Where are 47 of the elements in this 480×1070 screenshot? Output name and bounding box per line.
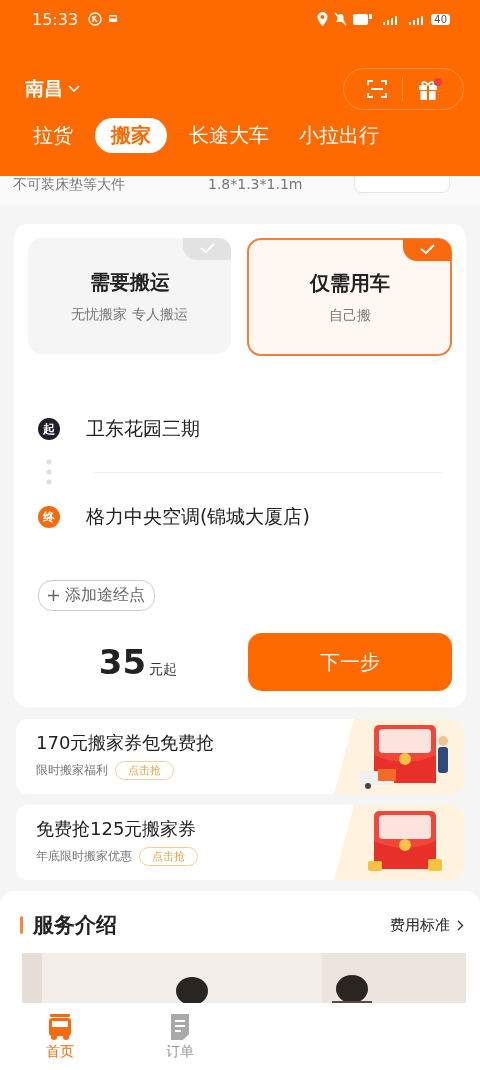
- plus-icon: [48, 590, 59, 601]
- document-icon: [169, 1012, 191, 1041]
- nav-item[interactable]: 订单: [120, 1003, 240, 1070]
- check-corner-icon: [403, 239, 451, 261]
- add-stop-button[interactable]: 添加途经点: [38, 580, 155, 611]
- promo-subtitle: 限时搬家福利: [36, 762, 108, 779]
- nav-item[interactable]: 首页: [0, 1003, 120, 1070]
- location-icon: [317, 12, 329, 26]
- item-note: 不可装床垫等大件: [13, 176, 126, 194]
- option-subtitle: 自己搬: [328, 306, 371, 325]
- bus-icon: [46, 1012, 74, 1041]
- city-selector[interactable]: 南昌: [25, 76, 80, 102]
- service-tab[interactable]: 搬家: [95, 118, 167, 153]
- bus-icon: [108, 14, 119, 24]
- promo-title: 免费抢125元搬家券: [36, 817, 198, 841]
- option-card[interactable]: 需要搬运 无忧搬家 专人搬运: [28, 238, 231, 354]
- option-title: 仅需用车: [309, 269, 390, 297]
- price-unit: 元起: [149, 661, 178, 679]
- service-tab[interactable]: 拉货: [25, 118, 81, 153]
- address-text[interactable]: 格力中央空调(锦城大厦店): [86, 504, 310, 530]
- fee-standard-link[interactable]: 费用标准: [390, 915, 464, 935]
- chevron-right-icon: [457, 919, 464, 931]
- promo-title: 170元搬家券包免费抢: [36, 731, 216, 755]
- promo-card[interactable]: 免费抢125元搬家券 年底限时搬家优惠 点击抢: [16, 805, 464, 880]
- route-marker: 起: [38, 418, 60, 440]
- status-time: 15:33: [32, 9, 79, 29]
- gift-icon[interactable]: [417, 77, 443, 101]
- service-tab[interactable]: 长途大车: [181, 118, 277, 153]
- service-tab[interactable]: 小拉出行: [291, 118, 387, 153]
- next-step-button[interactable]: 下一步: [248, 633, 452, 691]
- size-text: 1.8*1.3*1.1m: [208, 176, 304, 192]
- price-amount: 35: [98, 642, 147, 682]
- k-icon: [88, 12, 103, 26]
- check-corner-icon: [183, 238, 231, 260]
- address-text[interactable]: 卫东花园三期: [86, 416, 200, 442]
- option-title: 需要搬运: [89, 268, 170, 296]
- chevron-down-icon: [68, 85, 80, 93]
- battery-level: 40: [431, 13, 450, 25]
- promo-subtitle: 年底限时搬家优惠: [36, 848, 132, 865]
- option-subtitle: 无忧搬家 专人搬运: [71, 305, 188, 324]
- mute-icon: [334, 12, 348, 26]
- promo-card[interactable]: 170元搬家券包免费抢 限时搬家福利 点击抢: [16, 719, 464, 794]
- option-card[interactable]: 仅需用车 自己搬: [247, 238, 452, 356]
- route-marker: 终: [38, 506, 60, 528]
- scan-icon[interactable]: [366, 78, 388, 100]
- section-title: 服务介绍: [33, 912, 118, 939]
- dotted-connector: [46, 458, 52, 486]
